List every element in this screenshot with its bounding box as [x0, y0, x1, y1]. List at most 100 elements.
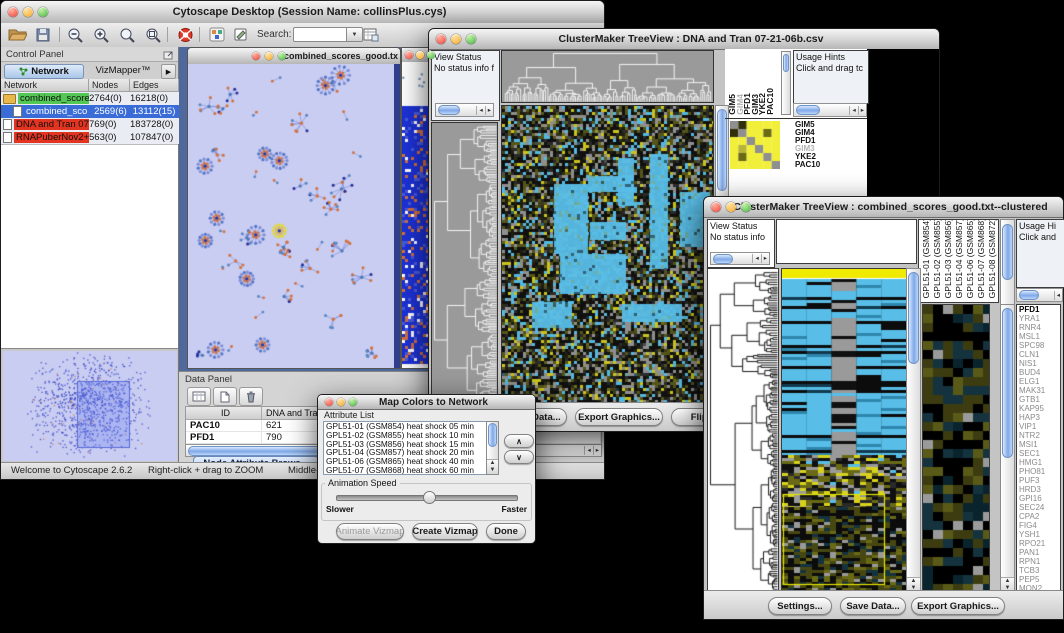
- move-down-button[interactable]: ∨: [504, 450, 534, 464]
- zoom-window-button[interactable]: [38, 7, 48, 17]
- column-label[interactable]: GPL51-02 (GSM855): [932, 219, 943, 298]
- usage-hints-hscrollbar[interactable]: ◂▸: [793, 103, 867, 117]
- dialog-titlebar[interactable]: Map Colors to Network: [318, 395, 535, 410]
- gene-label[interactable]: FIG4: [1019, 521, 1060, 530]
- column-label[interactable]: GPL51-06 (GSM865): [965, 219, 976, 298]
- column-header-network[interactable]: Network: [1, 79, 89, 92]
- gene-label[interactable]: PEP5: [1019, 575, 1060, 584]
- scrollbar-thumb[interactable]: [908, 272, 919, 364]
- column-label[interactable]: PAC10: [767, 88, 775, 115]
- main-titlebar[interactable]: Cytoscape Desktop (Session Name: collins…: [1, 1, 604, 24]
- done-button[interactable]: Done: [486, 523, 526, 540]
- gene-label[interactable]: SPC98: [1019, 341, 1060, 350]
- gene-label[interactable]: MSI1: [1019, 440, 1060, 449]
- close-button[interactable]: [711, 202, 721, 212]
- view-status-hscrollbar[interactable]: ◂▸: [710, 252, 770, 265]
- gene-label[interactable]: PAN1: [1019, 548, 1060, 557]
- column-header-edges[interactable]: Edges: [130, 79, 179, 92]
- gene-label[interactable]: MAK31: [1019, 386, 1060, 395]
- minimize-button[interactable]: [416, 51, 424, 59]
- vizmapper-button[interactable]: [205, 25, 229, 44]
- minimize-button[interactable]: [337, 398, 345, 406]
- network-view-titlebar[interactable]: combined_scores_good.txt--cluste...: [188, 48, 400, 65]
- scroll-right-icon[interactable]: ▸: [485, 106, 493, 115]
- gene-label[interactable]: HMG1: [1019, 458, 1060, 467]
- column-label[interactable]: GPL51-04 (GSM857): [954, 219, 965, 298]
- export-graphics-button[interactable]: Export Graphics...: [575, 408, 663, 426]
- gene-label[interactable]: RPN1: [1019, 557, 1060, 566]
- gene-label[interactable]: PUF3: [1019, 476, 1060, 485]
- tab-overflow-button[interactable]: ▶: [161, 64, 176, 79]
- gene-label[interactable]: KAP95: [1019, 404, 1060, 413]
- move-up-button[interactable]: ∧: [504, 434, 534, 448]
- save-data-button[interactable]: Save Data...: [840, 597, 906, 615]
- minimize-button[interactable]: [726, 202, 736, 212]
- scroll-left-icon[interactable]: ◂: [476, 106, 484, 115]
- create-attribute-button[interactable]: [213, 387, 237, 406]
- attribute-browser-button[interactable]: [359, 25, 383, 44]
- zoom-window-button[interactable]: [741, 202, 751, 212]
- minimize-button[interactable]: [265, 52, 273, 60]
- scrollbar-thumb[interactable]: [488, 423, 497, 447]
- gene-label[interactable]: CLN1: [1019, 350, 1060, 359]
- open-session-button[interactable]: [5, 25, 29, 44]
- gene-label[interactable]: ELG1: [1019, 377, 1060, 386]
- labels-vscrollbar[interactable]: [781, 51, 791, 115]
- gene-label[interactable]: HAP3: [1019, 413, 1060, 422]
- heatmap-vscrollbar[interactable]: ▲▼: [906, 268, 921, 593]
- global-heatmap-canvas[interactable]: [501, 105, 714, 405]
- scroll-left-icon[interactable]: ◂: [584, 446, 592, 455]
- treeview2-titlebar[interactable]: ClusterMaker TreeView : combined_scores_…: [704, 197, 1063, 218]
- column-dendrogram-canvas[interactable]: [501, 50, 714, 103]
- animation-speed-slider[interactable]: [336, 495, 518, 501]
- gene-label[interactable]: NIS1: [1019, 359, 1060, 368]
- slider-thumb[interactable]: [423, 491, 436, 504]
- gene-label[interactable]: SEC24: [1019, 503, 1060, 512]
- gene-label[interactable]: HRD3: [1019, 485, 1060, 494]
- scroll-arrows[interactable]: ▲▼: [487, 459, 498, 474]
- float-panel-icon[interactable]: [163, 50, 174, 60]
- row-dendrogram-canvas[interactable]: [431, 122, 498, 405]
- network-table-row[interactable]: DNA and Tran 07 769(0) 183728(0): [1, 118, 179, 131]
- row-label[interactable]: PAC10: [795, 161, 865, 169]
- column-dendrogram-area[interactable]: [776, 219, 917, 264]
- scrollbar-thumb[interactable]: [717, 109, 727, 191]
- column-header-nodes[interactable]: Nodes: [89, 79, 130, 92]
- scroll-right-icon[interactable]: ▸: [761, 254, 769, 263]
- tab-network[interactable]: Network: [4, 64, 84, 79]
- zoom-heatmap-canvas[interactable]: [922, 304, 990, 593]
- scrollbar-thumb[interactable]: [1002, 224, 1013, 280]
- close-button[interactable]: [405, 51, 413, 59]
- gene-label[interactable]: YRA1: [1019, 314, 1060, 323]
- gene-label[interactable]: GPI16: [1019, 494, 1060, 503]
- annotation-button[interactable]: [229, 25, 253, 44]
- settings-button[interactable]: Settings...: [768, 597, 832, 615]
- delete-attribute-button[interactable]: [239, 387, 263, 406]
- select-attributes-button[interactable]: [187, 387, 211, 406]
- attribute-list-item[interactable]: GPL51-07 (GSM868) heat shock 60 min: [324, 466, 486, 475]
- gene-label[interactable]: RNR4: [1019, 323, 1060, 332]
- column-label[interactable]: GPL51-07 (GSM868): [976, 219, 987, 298]
- global-heatmap-canvas[interactable]: [781, 268, 907, 593]
- create-vizmap-button[interactable]: Create Vizmap: [412, 523, 478, 540]
- scroll-right-icon[interactable]: ▸: [858, 106, 866, 115]
- usage-hints-hscrollbar[interactable]: ◂: [1016, 288, 1063, 302]
- gene-label[interactable]: YSH1: [1019, 530, 1060, 539]
- scroll-left-icon[interactable]: ◂: [1054, 291, 1062, 300]
- row-dendrogram-canvas[interactable]: [707, 268, 779, 593]
- scroll-right-icon[interactable]: ▸: [593, 446, 601, 455]
- treeview1-titlebar[interactable]: ClusterMaker TreeView : DNA and Tran 07-…: [429, 29, 939, 50]
- animate-vizmap-button[interactable]: Animate Vizmap: [336, 523, 404, 540]
- zoom-window-button[interactable]: [466, 34, 476, 44]
- zoom-window-button[interactable]: [427, 51, 435, 59]
- zoom-window-button[interactable]: [278, 52, 286, 60]
- tab-vizmapper[interactable]: VizMapper™: [87, 64, 159, 77]
- network-table-row-selected[interactable]: combined_sco 2569(6) 13112(15): [1, 105, 179, 118]
- network-canvas[interactable]: [188, 64, 394, 368]
- zoom-out-button[interactable]: [63, 25, 87, 44]
- export-graphics-button[interactable]: Export Graphics...: [911, 597, 1005, 615]
- view-status-hscrollbar[interactable]: ◂▸: [435, 103, 494, 117]
- dense-network-canvas[interactable]: [402, 62, 428, 368]
- network-table-row[interactable]: combined_scores 2764(0) 16218(0): [1, 92, 179, 105]
- zoom-window-button[interactable]: [349, 398, 357, 406]
